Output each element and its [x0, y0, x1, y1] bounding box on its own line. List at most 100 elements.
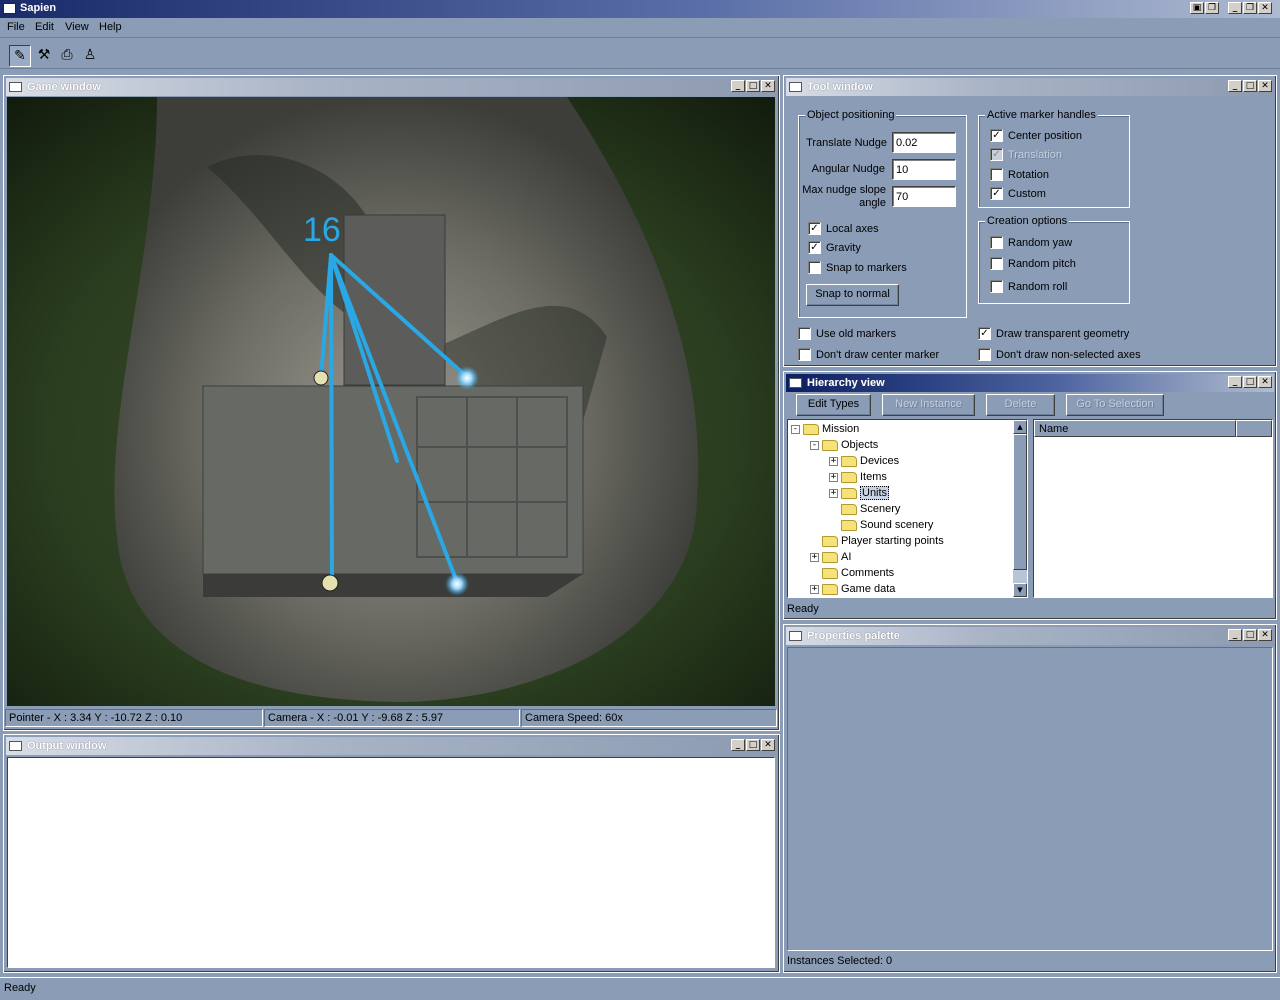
group-label: Active marker handles — [985, 109, 1098, 121]
close-icon[interactable]: ✕ — [761, 739, 775, 751]
marker-count-label: 16 — [303, 211, 341, 249]
hierarchy-view-title: Hierarchy view — [807, 377, 885, 389]
collapse-icon[interactable]: - — [810, 440, 819, 450]
use-old-markers-checkbox[interactable]: Use old markers — [798, 327, 896, 340]
menu-help[interactable]: Help — [99, 21, 122, 33]
window-icon — [9, 741, 22, 751]
camera-speed: Camera Speed: 60x — [521, 709, 777, 727]
tree-item-devices[interactable]: + Devices — [829, 453, 899, 469]
tree-scrollbar[interactable]: ▲ ▼ — [1013, 420, 1027, 597]
marker-handle[interactable] — [455, 366, 479, 390]
maximize-icon[interactable]: □ — [1243, 376, 1257, 388]
center-position-checkbox[interactable]: ✓ Center position — [990, 129, 1082, 142]
app-icon-button[interactable]: ▣ — [1190, 2, 1204, 14]
random-roll-checkbox[interactable]: Random roll — [990, 280, 1067, 293]
minimize-icon[interactable]: _ — [1228, 80, 1242, 92]
wand-icon[interactable]: ⚒ — [33, 45, 55, 67]
edit-types-button[interactable]: Edit Types — [796, 394, 871, 416]
custom-checkbox[interactable]: ✓ Custom — [990, 187, 1046, 200]
close-icon[interactable]: ✕ — [1258, 629, 1272, 641]
minimize-icon[interactable]: _ — [1228, 2, 1242, 14]
translation-checkbox: ✓ Translation — [990, 148, 1062, 161]
folder-icon — [841, 519, 857, 531]
tree-item-ai[interactable]: + AI — [810, 549, 851, 565]
tree-item-items[interactable]: + Items — [829, 469, 887, 485]
expand-icon[interactable]: + — [810, 552, 819, 562]
marker-handle[interactable] — [445, 572, 469, 596]
restore-icon[interactable]: ❐ — [1205, 2, 1219, 14]
checkbox-label: Random roll — [1008, 280, 1068, 293]
checkbox-box — [990, 236, 1003, 249]
checkbox-box: ✓ — [978, 327, 991, 340]
expand-icon[interactable]: + — [829, 456, 838, 466]
folder-icon — [841, 471, 857, 483]
minimize-icon[interactable]: _ — [1228, 629, 1242, 641]
person-icon[interactable]: ♙ — [79, 45, 101, 67]
angular-nudge-field[interactable] — [892, 159, 956, 180]
pencil-icon[interactable]: ✎ — [9, 45, 31, 67]
tree-item-player-starting-points[interactable]: Player starting points — [822, 533, 944, 549]
rotation-checkbox[interactable]: Rotation — [990, 168, 1049, 181]
checkbox-label: Draw transparent geometry — [996, 327, 1130, 340]
folder-icon — [841, 455, 857, 467]
scroll-thumb[interactable] — [1013, 434, 1027, 570]
expand-icon[interactable]: + — [829, 488, 838, 498]
tree-item-sound-scenery[interactable]: Sound scenery — [841, 517, 933, 533]
maximize-icon[interactable]: □ — [1243, 629, 1257, 641]
tree-item-units[interactable]: + Units — [829, 485, 890, 501]
dont-draw-non-selected-axes-checkbox[interactable]: Don't draw non-selected axes — [978, 348, 1141, 361]
max-nudge-slope-label: Max nudge slope angle — [800, 184, 886, 210]
draw-transparent-geometry-checkbox[interactable]: ✓ Draw transparent geometry — [978, 327, 1129, 340]
snap-to-normal-button[interactable]: Snap to normal — [806, 284, 899, 306]
output-text-area[interactable] — [7, 757, 775, 968]
tree-label: Sound scenery — [860, 519, 934, 531]
tree-item-scenery[interactable]: Scenery — [841, 501, 900, 517]
window-icon — [789, 82, 802, 92]
gravity-checkbox[interactable]: ✓ Gravity — [808, 241, 861, 254]
close-icon[interactable]: ✕ — [1258, 80, 1272, 92]
tree-item-comments[interactable]: Comments — [822, 565, 894, 581]
folder-icon — [822, 583, 838, 595]
expand-icon[interactable]: + — [810, 584, 819, 594]
dont-draw-center-marker-checkbox[interactable]: Don't draw center marker — [798, 348, 939, 361]
random-pitch-checkbox[interactable]: Random pitch — [990, 257, 1076, 270]
list-column-name[interactable]: Name — [1034, 420, 1236, 437]
checkbox-box: ✓ — [990, 148, 1003, 161]
minimize-icon[interactable]: _ — [731, 80, 745, 92]
hierarchy-tree[interactable]: - Mission - Objects + Devices + Items + … — [787, 419, 1028, 598]
snap-to-markers-checkbox[interactable]: Snap to markers — [808, 261, 907, 274]
marker-handle[interactable] — [321, 574, 339, 592]
scroll-down-icon[interactable]: ▼ — [1013, 583, 1027, 597]
hierarchy-view-title-bar: Hierarchy view _ □ ✕ — [786, 374, 1274, 392]
translate-nudge-field[interactable] — [892, 132, 956, 153]
marker-handle[interactable] — [313, 370, 329, 386]
tree-item-mission[interactable]: - Mission — [791, 421, 859, 437]
properties-area[interactable] — [787, 647, 1273, 951]
expand-icon[interactable]: + — [829, 472, 838, 482]
game-viewport[interactable]: 16 — [7, 97, 775, 706]
maximize-icon[interactable]: □ — [746, 739, 760, 751]
local-axes-checkbox[interactable]: ✓ Local axes — [808, 222, 879, 235]
random-yaw-checkbox[interactable]: Random yaw — [990, 236, 1072, 249]
minimize-icon[interactable]: _ — [1228, 376, 1242, 388]
restore-window-icon[interactable]: ❐ — [1243, 2, 1257, 14]
collapse-icon[interactable]: - — [791, 424, 800, 434]
maximize-icon[interactable]: □ — [746, 80, 760, 92]
close-icon[interactable]: ✕ — [1258, 376, 1272, 388]
close-icon[interactable]: ✕ — [1258, 2, 1272, 14]
camera-icon[interactable]: ⎙ — [56, 45, 78, 67]
checkbox-label: Don't draw center marker — [816, 348, 940, 361]
menu-file[interactable]: File — [7, 21, 25, 33]
checkbox-box: ✓ — [990, 187, 1003, 200]
menu-edit[interactable]: Edit — [35, 21, 54, 33]
list-column-blank[interactable] — [1236, 420, 1272, 437]
scroll-up-icon[interactable]: ▲ — [1013, 420, 1027, 434]
tree-item-objects[interactable]: - Objects — [810, 437, 878, 453]
tree-item-game-data[interactable]: + Game data — [810, 581, 895, 597]
close-icon[interactable]: ✕ — [761, 80, 775, 92]
instance-list[interactable]: Name — [1033, 419, 1273, 598]
menu-view[interactable]: View — [65, 21, 89, 33]
maximize-icon[interactable]: □ — [1243, 80, 1257, 92]
max-nudge-slope-field[interactable] — [892, 186, 956, 207]
minimize-icon[interactable]: _ — [731, 739, 745, 751]
